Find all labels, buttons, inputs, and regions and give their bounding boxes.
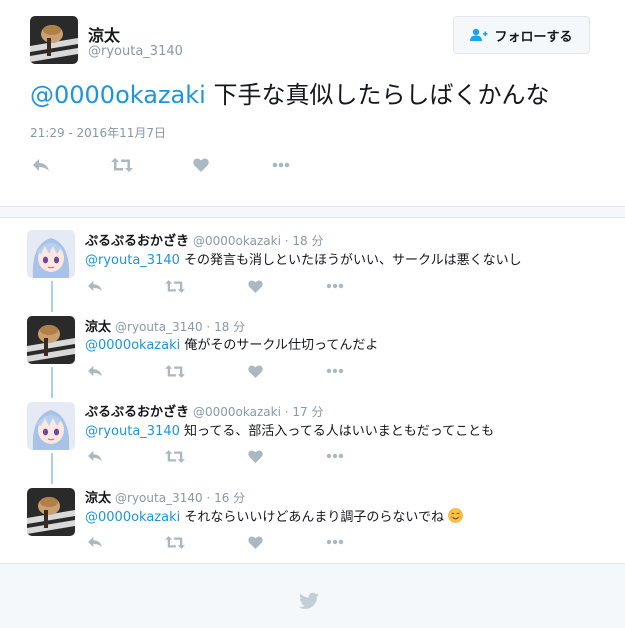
more-icon[interactable] [325,532,345,552]
reply-tweet[interactable]: 涼太 @ryouta_3140 · 16 分 @0000okazaki それならい… [0,484,625,570]
like-icon[interactable] [245,446,265,466]
reply-header: 涼太 @ryouta_3140 · 16 分 [85,487,245,506]
reply-icon[interactable] [85,532,105,552]
retweet-icon[interactable] [165,276,185,296]
reply-text: @0000okazaki それならいいけどあんまり調子のらないでね [85,506,463,525]
smiling-face-emoji [448,508,463,523]
reply-actions [85,446,385,466]
author-avatar[interactable] [30,16,78,64]
follow-button[interactable]: フォローする [453,16,590,54]
reply-avatar[interactable] [27,230,75,278]
reply-time[interactable]: 18 分 [214,320,245,334]
retweet-icon[interactable] [165,446,185,466]
separator: · [280,405,293,419]
more-icon[interactable] [325,361,345,381]
reply-author-name[interactable]: 涼太 [85,491,111,506]
reply-actions [85,361,385,381]
reply-tweet[interactable]: ぷるぷるおかざき @0000okazaki · 17 分 @ryouta_3140… [0,398,625,484]
reply-time[interactable]: 18 分 [292,234,323,248]
reply-avatar[interactable] [27,488,75,536]
reply-actions [85,532,385,552]
author-handle[interactable]: @ryouta_3140 [88,44,183,59]
reply-text: @ryouta_3140 その発言も消しといたほうがいい、サークルは悪くないし [85,249,522,268]
reply-tweet[interactable]: ぷるぷるおかざき @0000okazaki · 18 分 @ryouta_3140… [0,226,625,312]
reply-icon[interactable] [85,446,105,466]
reply-text: @ryouta_3140 知ってる、部活入ってる人はいいまともだってことも [85,420,494,439]
author-name[interactable]: 涼太 [88,22,120,46]
tweet-body: 下手な真似したらしばくかんな [205,81,550,109]
embed-footer [0,563,625,628]
reply-body: 俺がそのサークル仕切ってんだよ [180,338,379,353]
reply-time[interactable]: 17 分 [292,405,323,419]
main-tweet: 涼太 @ryouta_3140 フォローする @0000okazaki 下手な真… [0,0,625,206]
reply-text: @0000okazaki 俺がそのサークル仕切ってんだよ [85,334,378,353]
more-icon[interactable] [325,446,345,466]
separator: · [280,234,293,248]
tweet-text: @0000okazaki 下手な真似したらしばくかんな [30,78,549,112]
reply-author-name[interactable]: ぷるぷるおかざき [85,405,189,420]
reply-avatar[interactable] [27,316,75,364]
reply-time[interactable]: 16 分 [214,491,245,505]
reply-tweet[interactable]: 涼太 @ryouta_3140 · 18 分 @0000okazaki 俺がそのサ… [0,312,625,398]
reply-mention-link[interactable]: @0000okazaki [85,510,180,525]
reply-mention-link[interactable]: @0000okazaki [85,338,180,353]
reply-avatar[interactable] [27,402,75,450]
reply-header: 涼太 @ryouta_3140 · 18 分 [85,316,245,335]
like-icon[interactable] [245,532,265,552]
more-icon[interactable] [270,155,292,175]
twitter-bird-icon[interactable] [299,592,319,610]
like-icon[interactable] [245,361,265,381]
reply-mention-link[interactable]: @ryouta_3140 [85,424,180,439]
reply-author-handle[interactable]: @ryouta_3140 [115,491,203,505]
reply-header: ぷるぷるおかざき @0000okazaki · 17 分 [85,401,323,420]
retweet-icon[interactable] [165,361,185,381]
reply-author-handle[interactable]: @ryouta_3140 [115,320,203,334]
reply-icon[interactable] [30,155,52,175]
reply-mention-link[interactable]: @ryouta_3140 [85,253,180,268]
reply-body: 知ってる、部活入ってる人はいいまともだってことも [179,424,495,439]
reply-icon[interactable] [85,361,105,381]
reply-author-handle[interactable]: @0000okazaki [193,234,281,248]
reply-author-name[interactable]: ぷるぷるおかざき [85,234,189,249]
more-icon[interactable] [325,276,345,296]
reply-body: それならいいけどあんまり調子のらないでね [180,510,444,525]
reply-body: その発言も消しといたほうがいい、サークルは悪くないし [179,253,522,268]
follow-person-icon [470,28,488,41]
reply-author-name[interactable]: 涼太 [85,320,111,335]
tweet-timestamp[interactable]: 21:29 - 2016年11月7日 [30,124,166,141]
reply-author-handle[interactable]: @0000okazaki [193,405,281,419]
retweet-icon[interactable] [111,155,133,175]
separator: · [202,491,215,505]
reply-icon[interactable] [85,276,105,296]
retweet-icon[interactable] [165,532,185,552]
separator: · [202,320,215,334]
like-icon[interactable] [190,155,212,175]
follow-button-label: フォローする [494,29,573,45]
reply-header: ぷるぷるおかざき @0000okazaki · 18 分 [85,230,323,249]
tweet-mention-link[interactable]: @0000okazaki [30,81,206,109]
reply-actions [85,276,385,296]
like-icon[interactable] [245,276,265,296]
